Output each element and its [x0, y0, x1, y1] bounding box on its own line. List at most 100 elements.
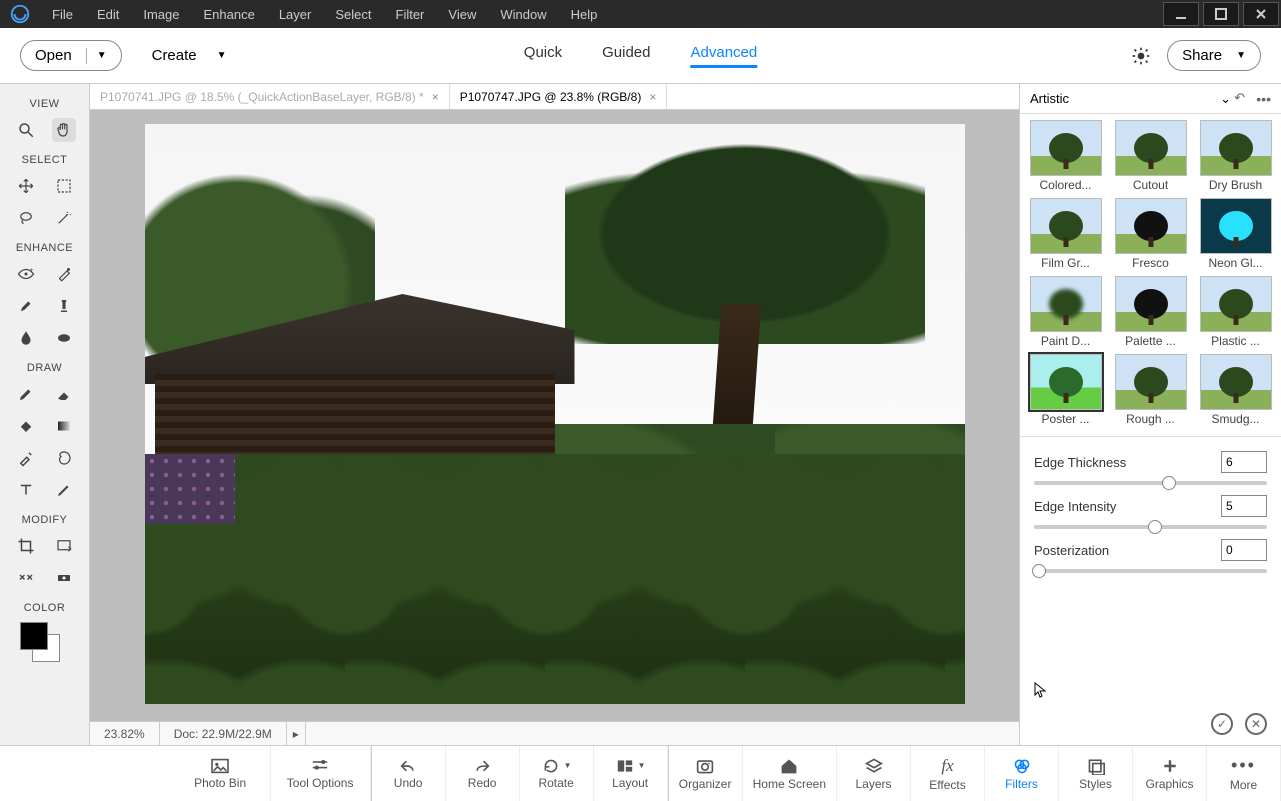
shape-tool[interactable]	[52, 446, 76, 470]
minimize-button[interactable]	[1163, 2, 1199, 26]
brightness-icon[interactable]	[1131, 46, 1151, 66]
bottombar-rotate[interactable]: ▼Rotate	[520, 746, 594, 801]
slider-knob[interactable]	[1162, 476, 1176, 490]
bottombar-label: Photo Bin	[194, 776, 246, 790]
bottombar-layout[interactable]: ▼Layout	[594, 746, 668, 801]
slider-label: Posterization	[1034, 543, 1109, 558]
document-tab[interactable]: P1070741.JPG @ 18.5% (_QuickActionBaseLa…	[90, 84, 450, 109]
menu-edit[interactable]: Edit	[85, 3, 131, 26]
filter-palette[interactable]: Palette ...	[1111, 276, 1190, 348]
chevron-down-icon[interactable]: ⌄	[1220, 91, 1231, 107]
zoom-tool[interactable]	[14, 118, 38, 142]
filter-cutout[interactable]: Cutout	[1111, 120, 1190, 192]
menu-file[interactable]: File	[40, 3, 85, 26]
maximize-button[interactable]	[1203, 2, 1239, 26]
smart-brush-tool[interactable]	[14, 294, 38, 318]
lasso-tool[interactable]	[14, 206, 38, 230]
filter-plastic[interactable]: Plastic ...	[1196, 276, 1275, 348]
share-button[interactable]: Share ▼	[1167, 40, 1261, 71]
filter-paintd[interactable]: Paint D...	[1026, 276, 1105, 348]
fx-icon: fx	[941, 755, 953, 776]
main-toolbar: Open ▼ Create ▼ Quick Guided Advanced Shar…	[0, 28, 1281, 84]
mode-advanced[interactable]: Advanced	[691, 44, 758, 68]
reset-icon[interactable]: ↶	[1234, 90, 1245, 106]
gradient-tool[interactable]	[52, 414, 76, 438]
filter-smudg[interactable]: Smudg...	[1196, 354, 1275, 426]
color-swatch[interactable]	[20, 622, 70, 662]
magic-wand-tool[interactable]	[52, 206, 76, 230]
close-tab-icon[interactable]: ×	[432, 90, 439, 104]
bottombar-effects[interactable]: fxEffects	[911, 746, 985, 801]
menu-enhance[interactable]: Enhance	[192, 3, 267, 26]
bottombar-tool-options[interactable]: Tool Options	[271, 746, 371, 801]
more-icon[interactable]: •••	[1256, 91, 1271, 107]
slider-track[interactable]	[1034, 569, 1267, 573]
pencil-tool[interactable]	[52, 478, 76, 502]
slider-value-input[interactable]	[1221, 539, 1267, 561]
slider-knob[interactable]	[1148, 520, 1162, 534]
menu-view[interactable]: View	[436, 3, 488, 26]
filter-poster[interactable]: Poster ...	[1026, 354, 1105, 426]
slider-knob[interactable]	[1032, 564, 1046, 578]
blur-tool[interactable]	[14, 326, 38, 350]
cancel-button[interactable]: ✕	[1245, 713, 1267, 735]
menu-image[interactable]: Image	[131, 3, 191, 26]
slider-track[interactable]	[1034, 481, 1267, 485]
bottombar-undo[interactable]: Undo	[372, 746, 446, 801]
bottombar-home-screen[interactable]: Home Screen	[743, 746, 837, 801]
slider-track[interactable]	[1034, 525, 1267, 529]
brush-tool[interactable]	[14, 382, 38, 406]
close-tab-icon[interactable]: ×	[649, 90, 656, 104]
doc-info-menu[interactable]: ▸	[287, 722, 306, 745]
menu-filter[interactable]: Filter	[384, 3, 437, 26]
filter-colored[interactable]: Colored...	[1026, 120, 1105, 192]
spot-heal-tool[interactable]	[52, 262, 76, 286]
filter-rough[interactable]: Rough ...	[1111, 354, 1190, 426]
filter-filmgr[interactable]: Film Gr...	[1026, 198, 1105, 270]
filter-neongl[interactable]: Neon Gl...	[1196, 198, 1275, 270]
mode-guided[interactable]: Guided	[602, 44, 650, 68]
create-button[interactable]: Create ▼	[152, 47, 227, 64]
menu-window[interactable]: Window	[488, 3, 558, 26]
document-tab[interactable]: P1070747.JPG @ 23.8% (RGB/8)×	[450, 84, 668, 109]
content-aware-tool[interactable]	[14, 566, 38, 590]
filter-fresco[interactable]: Fresco	[1111, 198, 1190, 270]
bottombar-redo[interactable]: Redo	[446, 746, 520, 801]
recompose-tool[interactable]	[52, 534, 76, 558]
bottombar-photo-bin[interactable]: Photo Bin	[171, 746, 271, 801]
apply-button[interactable]: ✓	[1211, 713, 1233, 735]
eye-tool[interactable]: +	[14, 262, 38, 286]
redo-icon	[472, 758, 492, 774]
bottombar-graphics[interactable]: Graphics	[1133, 746, 1207, 801]
mode-quick[interactable]: Quick	[524, 44, 562, 68]
canvas-viewport[interactable]	[90, 110, 1019, 721]
bottombar-more[interactable]: •••More	[1207, 746, 1281, 801]
filter-drybrush[interactable]: Dry Brush	[1196, 120, 1275, 192]
crop-tool[interactable]	[14, 534, 38, 558]
bottombar-layers[interactable]: Layers	[837, 746, 911, 801]
clone-stamp-tool[interactable]	[52, 294, 76, 318]
move-tool[interactable]	[14, 174, 38, 198]
paint-bucket-tool[interactable]	[14, 414, 38, 438]
menu-help[interactable]: Help	[559, 3, 610, 26]
straighten-tool[interactable]	[52, 566, 76, 590]
bottombar-organizer[interactable]: Organizer	[669, 746, 743, 801]
filter-category[interactable]: Artistic	[1030, 91, 1069, 106]
slider-value-input[interactable]	[1221, 495, 1267, 517]
menu-select[interactable]: Select	[323, 3, 383, 26]
bottombar-styles[interactable]: Styles	[1059, 746, 1133, 801]
open-button[interactable]: Open ▼	[20, 40, 122, 71]
hand-tool[interactable]	[52, 118, 76, 142]
type-tool[interactable]	[14, 478, 38, 502]
slider-value-input[interactable]	[1221, 451, 1267, 473]
zoom-readout[interactable]: 23.82%	[90, 722, 160, 745]
close-button[interactable]	[1243, 2, 1279, 26]
bottombar-filters[interactable]: Filters	[985, 746, 1059, 801]
titlebar: FileEditImageEnhanceLayerSelectFilterVie…	[0, 0, 1281, 28]
eraser-tool[interactable]	[52, 382, 76, 406]
sponge-tool[interactable]	[52, 326, 76, 350]
menu-layer[interactable]: Layer	[267, 3, 324, 26]
eyedropper-tool[interactable]	[14, 446, 38, 470]
filter-label: Rough ...	[1126, 412, 1175, 426]
marquee-tool[interactable]	[52, 174, 76, 198]
